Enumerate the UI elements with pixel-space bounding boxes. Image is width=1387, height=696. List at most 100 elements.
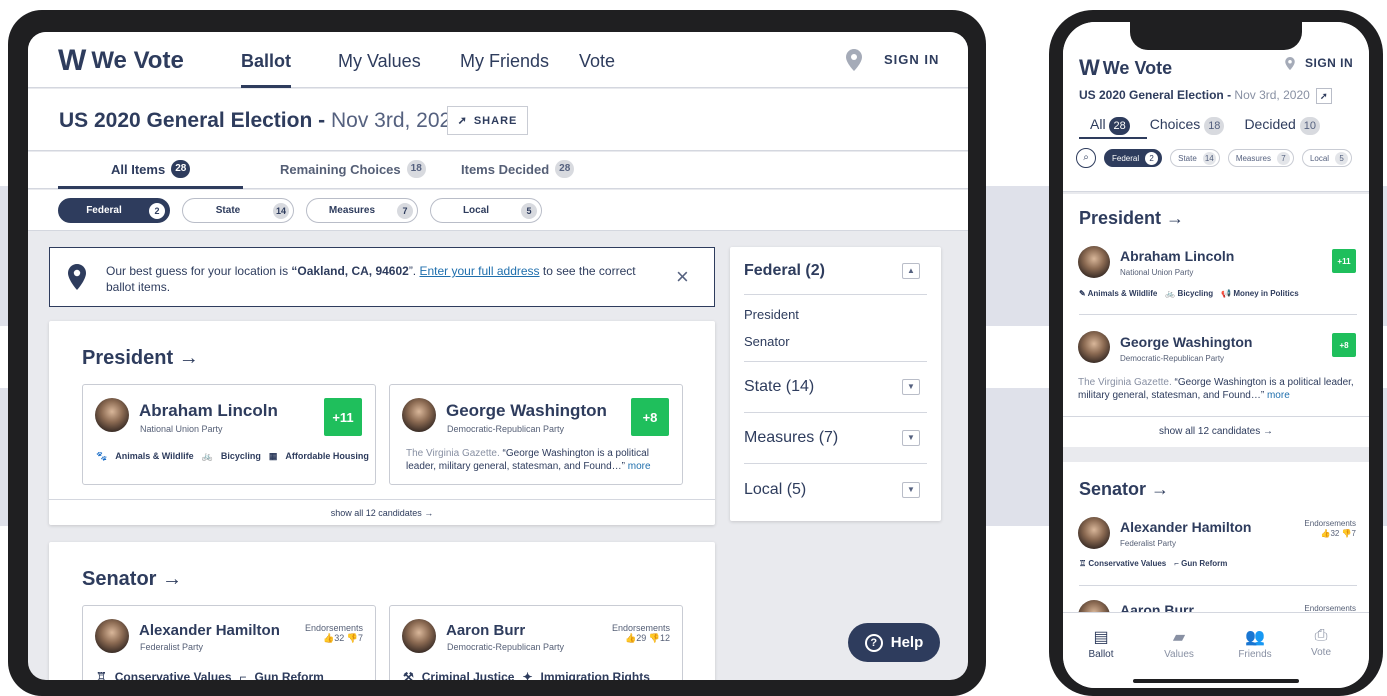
tab-remaining-choices[interactable]: Remaining Choices 18 — [280, 160, 426, 178]
issue-tag[interactable]: 🚲 Bicycling — [1165, 289, 1213, 298]
candidate-card-hamilton[interactable]: Alexander Hamilton Federalist Party Endo… — [82, 605, 376, 680]
filter-count: 2 — [149, 202, 165, 219]
avatar — [402, 398, 436, 432]
share-button[interactable]: ➚ SHARE — [447, 106, 528, 135]
president-title[interactable]: President → — [82, 347, 199, 370]
filter-federal[interactable]: Federal 2 — [1104, 149, 1163, 167]
bottom-nav-friends[interactable]: 👥 Friends — [1225, 627, 1285, 660]
sidebar-item-president[interactable]: President — [744, 307, 799, 322]
candidate-quote: The Virginia Gazette. “George Washington… — [406, 447, 668, 473]
share-arrow-icon: ➚ — [457, 115, 468, 127]
sign-in-link[interactable]: SIGN IN — [884, 52, 939, 67]
sidebar-local[interactable]: Local (5) — [744, 481, 806, 499]
we-vote-logo[interactable]: W We Vote — [1079, 55, 1172, 81]
nav-ballot[interactable]: Ballot — [241, 32, 292, 88]
president-title[interactable]: President → — [1079, 208, 1184, 229]
location-place: “Oakland, CA, 94602 — [291, 264, 409, 278]
share-icon[interactable]: ➚ — [1315, 88, 1332, 104]
filter-local[interactable]: Local 5 — [430, 198, 542, 223]
more-link[interactable]: more — [1264, 390, 1290, 401]
issue-tag[interactable]: Gun Reform — [255, 670, 324, 680]
search-icon[interactable]: ⌕ — [1076, 148, 1096, 168]
score-badge[interactable]: +8 — [631, 398, 669, 436]
location-pin-icon[interactable] — [1285, 56, 1295, 70]
sidebar-federal[interactable]: Federal (2) — [744, 262, 825, 280]
location-pin-icon[interactable] — [846, 49, 862, 71]
issue-tag[interactable]: ⌐ Gun Reform — [1174, 559, 1227, 568]
senator-title[interactable]: Senator → — [1079, 479, 1169, 500]
badge-icon: ♖ — [96, 670, 107, 680]
issue-tags: ✎ Animals & Wildlife 🚲 Bicycling 📢 Money… — [1079, 289, 1299, 298]
show-all-candidates-link[interactable]: show all 12 candidates → — [1063, 426, 1369, 437]
filter-measures[interactable]: Measures 7 — [1227, 149, 1294, 167]
election-header: US 2020 General Election - Nov 3rd, 2020… — [28, 89, 968, 151]
tab-label: Remaining Choices — [280, 161, 401, 177]
filter-state[interactable]: State 14 — [1170, 149, 1220, 167]
more-link[interactable]: more — [625, 461, 651, 472]
show-all-candidates-link[interactable]: show all 12 candidates → — [49, 499, 715, 525]
we-vote-logo-mark: W — [58, 44, 86, 77]
enter-address-link[interactable]: Enter your full address — [419, 264, 539, 278]
phone-tabs: All 28 Choices 18 Decided 10 — [1090, 116, 1320, 135]
filter-count: 14 — [1202, 151, 1216, 165]
tab-all[interactable]: All 28 — [1090, 116, 1130, 135]
filter-count: 7 — [1276, 151, 1290, 165]
thumbs-down-icon: 👎 — [346, 633, 358, 643]
nav-my-values[interactable]: My Values — [338, 32, 421, 88]
candidate-name[interactable]: Alexander Hamilton — [1120, 519, 1251, 535]
sidebar-measures[interactable]: Measures (7) — [744, 429, 838, 447]
score-badge[interactable]: +8 — [1332, 333, 1356, 357]
candidate-card-washington[interactable]: George Washington Democratic-Republican … — [389, 384, 683, 485]
ballot-tabs: All Items 28 Remaining Choices 18 Items … — [28, 152, 968, 189]
we-vote-logo[interactable]: W We Vote — [58, 44, 184, 78]
building-icon: ▦ — [268, 451, 278, 461]
issue-tag[interactable]: Immigration Rights — [541, 670, 650, 680]
endorse-up: 32 — [334, 633, 345, 643]
issue-tag[interactable]: Affordable Housing — [285, 451, 369, 462]
sign-in-link[interactable]: SIGN IN — [1305, 56, 1353, 70]
issue-tag[interactable]: Criminal Justice — [422, 670, 515, 680]
issue-tag[interactable]: Conservative Values — [115, 670, 232, 680]
bottom-nav-vote[interactable]: ⎙ Vote — [1291, 627, 1351, 658]
bottom-nav-values[interactable]: ▰ Values — [1149, 627, 1209, 660]
senator-title[interactable]: Senator → — [82, 568, 182, 591]
score-badge[interactable]: +11 — [324, 398, 362, 436]
expand-icon[interactable]: ▼ — [902, 430, 920, 446]
candidate-name[interactable]: George Washington — [1120, 334, 1252, 350]
candidate-card-lincoln[interactable]: Abraham Lincoln National Union Party +11… — [82, 384, 376, 485]
filter-label: Measures — [1235, 153, 1271, 163]
issue-tag[interactable]: ✎ Animals & Wildlife — [1079, 289, 1157, 298]
sidebar-state[interactable]: State (14) — [744, 378, 814, 396]
candidate-name[interactable]: Abraham Lincoln — [1120, 248, 1234, 264]
expand-icon[interactable]: ▼ — [902, 379, 920, 395]
candidate-name: Aaron Burr — [446, 622, 526, 639]
collapse-icon[interactable]: ▲ — [902, 263, 920, 279]
filter-federal[interactable]: Federal 2 — [58, 198, 170, 223]
tab-count: 18 — [1204, 117, 1225, 135]
filter-count: 5 — [521, 202, 537, 219]
tab-items-decided[interactable]: Items Decided 28 — [461, 160, 575, 178]
help-button[interactable]: ? Help — [848, 623, 940, 662]
tab-choices[interactable]: Choices 18 — [1150, 116, 1225, 135]
score-badge[interactable]: +11 — [1332, 249, 1356, 273]
close-icon[interactable]: × — [676, 264, 689, 290]
filter-local[interactable]: Local 5 — [1301, 149, 1353, 167]
sidebar-item-senator[interactable]: Senator — [744, 334, 790, 349]
expand-icon[interactable]: ▼ — [902, 482, 920, 498]
friends-icon: 👥 — [1245, 629, 1265, 646]
nav-vote[interactable]: Vote — [579, 32, 615, 88]
filter-label: Local — [1309, 153, 1330, 163]
issue-tag[interactable]: ♖ Conservative Values — [1079, 559, 1166, 568]
endorsements-label: Endorsements — [611, 623, 670, 633]
issue-tag[interactable]: 📢 Money in Politics — [1221, 289, 1299, 298]
issue-tag[interactable]: Animals & Wildlife — [115, 451, 193, 462]
filter-measures[interactable]: Measures 7 — [306, 198, 418, 223]
bottom-nav-ballot[interactable]: ▤ Ballot — [1071, 627, 1131, 660]
candidate-card-burr[interactable]: Aaron Burr Democratic-Republican Party E… — [389, 605, 683, 680]
tab-decided[interactable]: Decided 10 — [1244, 116, 1320, 135]
filter-state[interactable]: State 14 — [182, 198, 294, 223]
candidate-party: National Union Party — [140, 424, 223, 434]
issue-tag[interactable]: Bicycling — [221, 451, 261, 462]
nav-my-friends[interactable]: My Friends — [460, 32, 549, 88]
tab-all-items[interactable]: All Items 28 — [111, 160, 191, 178]
